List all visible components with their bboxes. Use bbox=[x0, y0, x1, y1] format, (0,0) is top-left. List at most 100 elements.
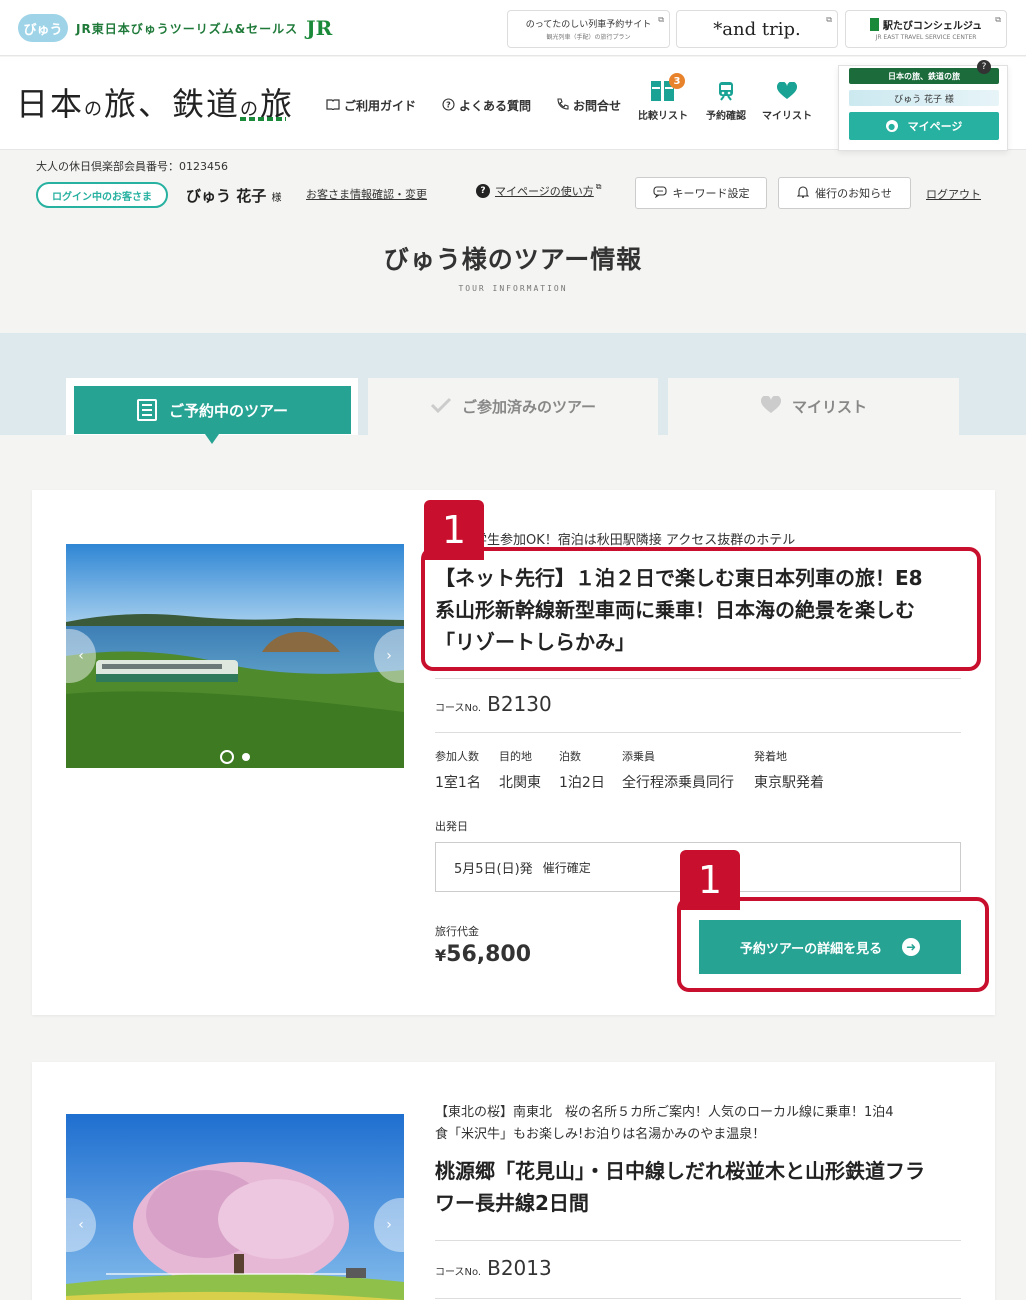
price-value: 56,800 bbox=[446, 942, 532, 967]
tab-participated-label: ご参加済みのツアー bbox=[461, 398, 597, 416]
departure-notice-button[interactable]: 催行のお知らせ bbox=[778, 177, 911, 209]
tour-photo-coast-train bbox=[66, 544, 404, 768]
carousel-dot-active[interactable] bbox=[220, 750, 234, 764]
catch-line: 【東北の桜】南東北 桜の名所５カ所ご案内！人気のローカル線に乗車！1泊4 bbox=[435, 1105, 894, 1120]
concierge-sublabel: JR EAST TRAVEL SERVICE CENTER bbox=[875, 34, 977, 41]
andtrip-logo: *and trip. bbox=[713, 18, 801, 40]
tour-photo-carousel[interactable]: ‹ › bbox=[66, 544, 404, 768]
nav-contact[interactable]: お問合せ bbox=[556, 97, 621, 114]
active-tab-indicator bbox=[205, 434, 219, 444]
annotation-number: 1 bbox=[424, 500, 484, 560]
nav-mylist[interactable]: マイリスト bbox=[762, 81, 812, 122]
logo-text: 旅、鉄道 bbox=[104, 85, 241, 123]
mypage-button-label: マイページ bbox=[907, 120, 963, 133]
clipboard-icon bbox=[136, 399, 157, 421]
customer-info-link[interactable]: お客さま情報確認・変更 bbox=[306, 186, 427, 202]
heart-icon bbox=[760, 394, 782, 418]
tour-title-line: 桃源郷「花見山」・日中線しだれ桜並木と山形鉄道フラ bbox=[435, 1159, 925, 1183]
course-label: コースNo. bbox=[435, 1267, 482, 1278]
tab-participated-tours[interactable]: ご参加済みのツアー bbox=[368, 378, 658, 435]
ext-link-concierge[interactable]: 駅たびコンシェルジュ JR EAST TRAVEL SERVICE CENTER… bbox=[845, 10, 1007, 48]
bell-icon bbox=[796, 185, 810, 201]
tab-reserved-tours[interactable]: ご予約中のツアー bbox=[74, 386, 351, 434]
concierge-label: 駅たびコンシェルジュ bbox=[882, 21, 983, 32]
mypage-howto-link[interactable]: ? マイページの使い方 ⧉ bbox=[476, 182, 602, 199]
external-link-icon: ⧉ bbox=[658, 15, 664, 24]
tour-catchphrase: 【東北の桜】南東北 桜の名所５カ所ご案内！人気のローカル線に乗車！1泊4 食「米… bbox=[435, 1102, 894, 1146]
logout-link[interactable]: ログアウト bbox=[926, 186, 981, 202]
divider bbox=[435, 1298, 961, 1299]
tour-title[interactable]: 桃源郷「花見山」・日中線しだれ桜並木と山形鉄道フラ ワー長井線2日間 bbox=[435, 1155, 965, 1219]
carousel-dot[interactable] bbox=[242, 753, 250, 761]
company-name: JR東日本びゅうツーリズム&セールス bbox=[76, 21, 299, 36]
course-value: B2013 bbox=[487, 1256, 552, 1280]
course-number: コースNo. B2130 bbox=[435, 692, 552, 716]
concierge-title: 駅たびコンシェルジュ bbox=[869, 17, 983, 32]
tour-price: ¥56,800 bbox=[435, 942, 531, 967]
nav-reservation-check[interactable]: 予約確認 bbox=[706, 81, 746, 122]
nav-reservation-label: 予約確認 bbox=[706, 111, 746, 122]
tab-mylist[interactable]: マイリスト bbox=[668, 378, 959, 435]
attr-value-departure-place: 東京駅発着 bbox=[754, 775, 824, 791]
nav-faq-label: よくある質問 bbox=[459, 99, 532, 113]
course-number: コースNo. B2013 bbox=[435, 1256, 552, 1280]
compare-count-badge: 3 bbox=[669, 73, 685, 89]
ext-link-label: のってたのしい列車予約サイト bbox=[525, 20, 652, 30]
nav-contact-label: お問合せ bbox=[573, 99, 622, 113]
mypage-card: 日本の旅、鉄道の旅 ? びゅう 花子 様 ● マイページ bbox=[838, 60, 1008, 151]
external-link-icon: ⧉ bbox=[595, 182, 602, 191]
help-icon[interactable]: ? bbox=[977, 60, 991, 74]
course-value: B2130 bbox=[487, 692, 552, 716]
highlight-box-detail-button bbox=[677, 897, 989, 992]
nav-compare-list[interactable]: 3 比較リスト bbox=[638, 73, 688, 122]
attr-label-guests: 参加人数 bbox=[435, 750, 479, 763]
flag-icon bbox=[869, 18, 879, 31]
tab-mylist-label: マイリスト bbox=[791, 398, 867, 416]
attr-value-nights: 1泊2日 bbox=[559, 775, 605, 791]
brand[interactable]: びゅう JR東日本びゅうツーリズム&セールス JR bbox=[18, 14, 332, 42]
logo-text-small: の bbox=[84, 99, 105, 120]
tour-photo-carousel[interactable]: ‹ › bbox=[66, 1114, 404, 1300]
attr-label-nights: 泊数 bbox=[559, 750, 581, 763]
attr-value-conductor: 全行程添乗員同行 bbox=[622, 775, 734, 791]
login-status-badge: ログイン中のお客さま bbox=[36, 182, 168, 208]
ext-link-andtrip[interactable]: *and trip. ⧉ bbox=[676, 10, 838, 48]
external-link-icon: ⧉ bbox=[826, 15, 832, 24]
book-icon bbox=[326, 98, 340, 113]
nav-guide[interactable]: ご利用ガイド bbox=[326, 97, 416, 114]
chat-icon bbox=[652, 185, 667, 201]
keyword-label: キーワード設定 bbox=[672, 187, 750, 200]
question-icon: ? bbox=[442, 97, 455, 114]
mypage-button[interactable]: ● マイページ bbox=[849, 112, 999, 140]
howto-label: マイページの使い方 bbox=[495, 185, 594, 198]
keyword-settings-button[interactable]: キーワード設定 bbox=[635, 177, 767, 209]
nav-mylist-label: マイリスト bbox=[762, 111, 812, 122]
yen-sign: ¥ bbox=[435, 946, 447, 965]
tour-card: ‹ › 【東北の桜】南東北 桜の名所５カ所ご案内！人気のローカル線に乗車！1泊4… bbox=[32, 1062, 995, 1300]
carousel-dots bbox=[66, 750, 404, 764]
attr-value-destination: 北関東 bbox=[499, 775, 541, 791]
departure-status: 催行確定 bbox=[542, 860, 591, 875]
departure-date-label: 出発日 bbox=[435, 820, 468, 833]
course-label: コースNo. bbox=[435, 703, 482, 714]
page-title: びゅう様のツアー情報 bbox=[383, 245, 643, 274]
main-header: 日本の旅、鉄道の旅 ご利用ガイド ? よくある質問 お問合せ 3 比較リスト 予… bbox=[0, 57, 1026, 151]
rail-decoration bbox=[240, 117, 286, 121]
highlight-box-title bbox=[421, 547, 981, 671]
logo-text: 日本 bbox=[16, 85, 85, 123]
ext-link-sublabel: 観光列車（手配）の旅行プラン bbox=[546, 34, 631, 41]
svg-text:?: ? bbox=[446, 100, 451, 109]
member-number: 大人の休日倶楽部会員番号：0123456 bbox=[36, 160, 228, 173]
byu-logo: びゅう bbox=[18, 14, 68, 42]
user-icon: ● bbox=[885, 120, 898, 132]
nav-guide-label: ご利用ガイド bbox=[344, 99, 417, 113]
mypage-user-name: びゅう 花子 様 bbox=[849, 90, 999, 106]
train-icon bbox=[714, 81, 738, 101]
top-bar: びゅう JR東日本びゅうツーリズム&セールス JR のってたのしい列車予約サイト… bbox=[0, 0, 1026, 56]
catch-line: 食「米沢牛」もお楽しみ!お泊りは名湯かみのやま温泉！ bbox=[435, 1127, 766, 1142]
user-name: びゅう 花子 様 bbox=[186, 185, 281, 206]
attr-label-destination: 目的地 bbox=[499, 750, 532, 763]
ext-link-norutano[interactable]: のってたのしい列車予約サイト 観光列車（手配）の旅行プラン ⧉ bbox=[507, 10, 670, 48]
departure-date: 5月5日(日)発 bbox=[454, 861, 533, 877]
nav-faq[interactable]: ? よくある質問 bbox=[442, 97, 531, 114]
